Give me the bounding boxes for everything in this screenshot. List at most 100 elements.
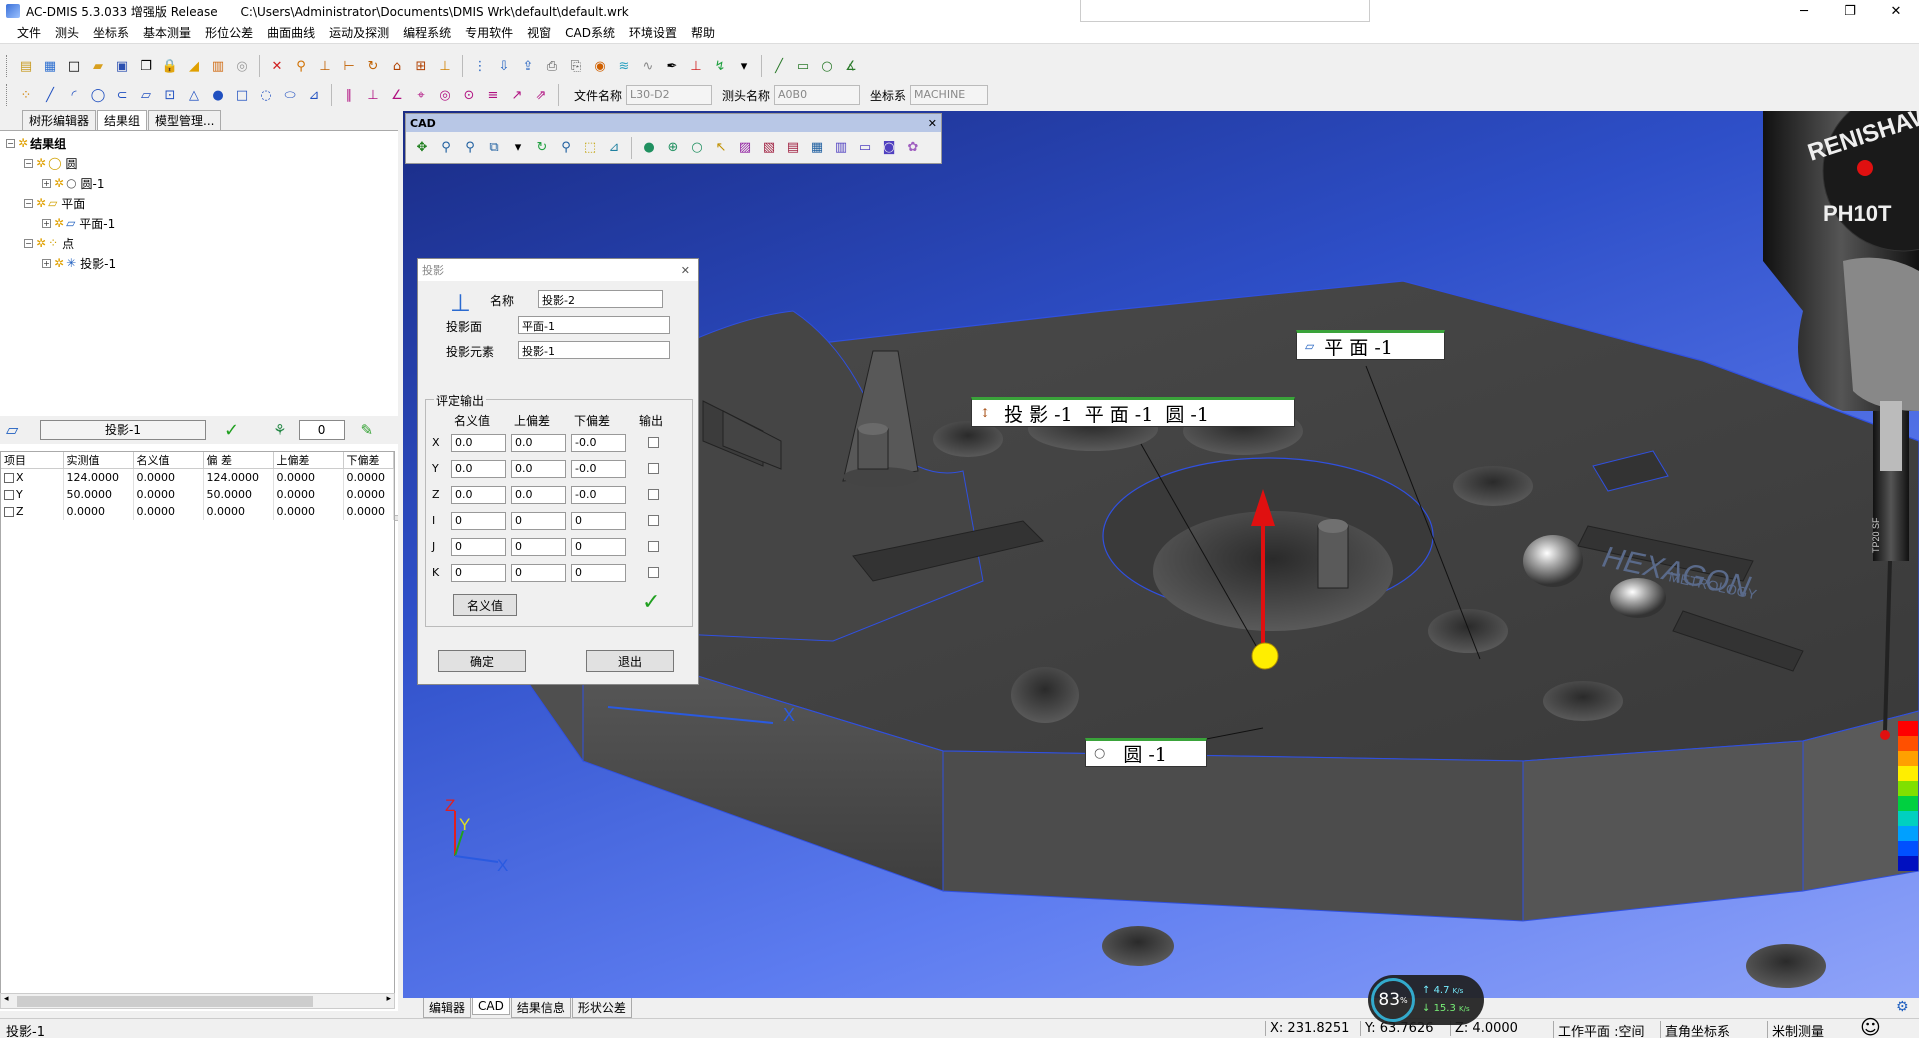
z-output-checkbox[interactable] [648, 489, 659, 500]
curve-icon[interactable]: ∿ [638, 56, 658, 76]
table-row[interactable]: Y 50.0000 0.0000 50.0000 0.0000 0.0000 [1, 485, 394, 503]
layers-panel-icon[interactable]: ▥ [831, 138, 851, 158]
scroll-right-icon[interactable]: ▸ [386, 994, 391, 1004]
tab-editor[interactable]: 编辑器 [423, 998, 472, 1018]
zoom-icon[interactable]: ⚲ [436, 138, 456, 158]
collapse-icon[interactable]: − [6, 138, 15, 148]
x-upper-input[interactable]: 0.0 [511, 434, 566, 452]
close-button[interactable]: ✕ [1873, 0, 1919, 22]
row-checkbox[interactable] [4, 506, 14, 517]
z-lower-input[interactable]: -0.0 [571, 486, 626, 504]
load-icon[interactable]: ⇩ [494, 56, 514, 76]
j-lower-input[interactable]: 0 [571, 538, 626, 556]
menu-special-software[interactable]: 专用软件 [458, 24, 520, 41]
line-feature-icon[interactable]: ╱ [40, 85, 60, 105]
z-nominal-input[interactable]: 0.0 [451, 486, 506, 504]
coord-system-field[interactable]: MACHINE [910, 85, 989, 105]
align-icon[interactable]: ⊥ [315, 56, 335, 76]
restore-button[interactable]: ❐ [1827, 0, 1873, 22]
report-icon[interactable]: ▥ [208, 56, 228, 76]
probe-name-field[interactable]: A0B0 [774, 85, 861, 105]
refresh-icon[interactable]: ↻ [532, 138, 552, 158]
options-icon[interactable]: ▾ [734, 56, 754, 76]
j-output-checkbox[interactable] [648, 541, 659, 552]
collapse-icon[interactable]: − [24, 238, 33, 248]
nominal-value-button[interactable]: 名义值 [453, 594, 517, 616]
tree-item-plane-1[interactable]: + ✲ ▱ 平面-1 [0, 213, 398, 233]
tab-model-manager[interactable]: 模型管理... [148, 110, 222, 130]
i-output-checkbox[interactable] [648, 515, 659, 526]
axis-icon[interactable]: ⊢ [339, 56, 359, 76]
expand-icon[interactable]: + [42, 178, 51, 188]
projection-plane-field[interactable]: 平面-1 [518, 316, 670, 334]
pointer-icon[interactable]: ↖ [711, 138, 731, 158]
circle-1-label[interactable]: ○ 圆 -1 [1085, 738, 1207, 767]
layers-icon[interactable]: ≋ [614, 56, 634, 76]
measure-points-icon[interactable]: ⋮ [470, 56, 490, 76]
y-upper-input[interactable]: 0.0 [511, 460, 566, 478]
k-upper-input[interactable]: 0 [511, 564, 566, 582]
export-icon[interactable]: ⇪ [518, 56, 538, 76]
toolbar-grip[interactable] [6, 55, 10, 77]
run-icon[interactable]: ↯ [710, 56, 730, 76]
tab-result-info[interactable]: 结果信息 [510, 998, 571, 1018]
menu-motion[interactable]: 运动及探测 [322, 24, 396, 41]
workspace-icon[interactable]: ▦ [40, 56, 60, 76]
j-upper-input[interactable]: 0 [511, 538, 566, 556]
menu-surface-curve[interactable]: 曲面曲线 [260, 24, 322, 41]
cone-icon[interactable]: △ [184, 85, 204, 105]
chart-icon[interactable]: ◢ [184, 56, 204, 76]
camera-icon[interactable]: ◙ [879, 138, 899, 158]
circle-icon[interactable]: ○ [817, 56, 837, 76]
menu-cad[interactable]: CAD系统 [558, 24, 622, 41]
measure-tool-icon[interactable]: ⊿ [604, 138, 624, 158]
lock-icon[interactable]: 🔒 [160, 56, 180, 76]
grid-icon[interactable]: ▦ [807, 138, 827, 158]
ellipse-icon[interactable]: ⬭ [280, 85, 300, 105]
tab-cad[interactable]: CAD [472, 998, 510, 1015]
minimize-button[interactable]: ─ [1781, 0, 1827, 22]
probe-icon[interactable]: ⊥ [435, 56, 455, 76]
zoom-in-icon[interactable]: ⚲ [556, 138, 576, 158]
menu-window[interactable]: 视窗 [520, 24, 558, 41]
i-nominal-input[interactable]: 0 [451, 512, 506, 530]
y-lower-input[interactable]: -0.0 [571, 460, 626, 478]
settings-icon[interactable]: ⚙ [1896, 999, 1909, 1015]
menu-basic-measure[interactable]: 基本测量 [136, 24, 198, 41]
tab-form-tolerance[interactable]: 形状公差 [571, 998, 632, 1018]
hidden-sphere-icon[interactable]: ○ [687, 138, 707, 158]
hit-count-field[interactable]: 0 [298, 420, 345, 440]
feature-name-field[interactable]: 投影-1 [40, 420, 206, 440]
disc-icon[interactable]: ◎ [232, 56, 252, 76]
preview-icon[interactable]: ⎘ [566, 56, 586, 76]
tree-group-circle[interactable]: − ✲ ◯ 圆 [0, 153, 398, 173]
line-icon[interactable]: ╱ [769, 56, 789, 76]
tab-result-group[interactable]: 结果组 [97, 110, 148, 130]
circle-feature-icon[interactable]: ◯ [88, 85, 108, 105]
torus-icon[interactable]: ◌ [256, 85, 276, 105]
probe-hit-icon[interactable]: ⚘ [273, 421, 286, 439]
open-file-icon[interactable]: ▰ [88, 56, 108, 76]
plane-1-label[interactable]: ▱ 平 面 -1 [1296, 330, 1445, 360]
exit-button[interactable]: 退出 [586, 650, 674, 672]
menu-programming[interactable]: 编程系统 [396, 24, 458, 41]
tree-group-point[interactable]: − ✲ ⁘ 点 [0, 233, 398, 253]
collapse-icon[interactable]: − [24, 158, 33, 168]
tab-tree-editor[interactable]: 树形编辑器 [22, 110, 97, 130]
menu-coordinate[interactable]: 坐标系 [86, 24, 136, 41]
toolbar-grip-2[interactable] [6, 84, 10, 106]
performance-widget[interactable]: 83% ↑ 4.7 K/s ↓ 15.3 K/s [1368, 975, 1484, 1025]
check-icon[interactable]: ✓ [224, 420, 239, 441]
menu-help[interactable]: 帮助 [684, 24, 722, 41]
row-checkbox[interactable] [4, 472, 14, 483]
section-icon[interactable]: ▤ [783, 138, 803, 158]
palette-icon[interactable]: ✿ [903, 138, 923, 158]
angle-icon[interactable]: ∡ [841, 56, 861, 76]
menu-gdt[interactable]: 形位公差 [198, 24, 260, 41]
box-icon[interactable]: □ [232, 85, 252, 105]
construct-icon[interactable]: ⊿ [304, 85, 324, 105]
open-folder-icon[interactable]: ▤ [16, 56, 36, 76]
pen-icon[interactable]: ✎ [361, 421, 374, 439]
i-upper-input[interactable]: 0 [511, 512, 566, 530]
menu-probe[interactable]: 测头 [48, 24, 86, 41]
